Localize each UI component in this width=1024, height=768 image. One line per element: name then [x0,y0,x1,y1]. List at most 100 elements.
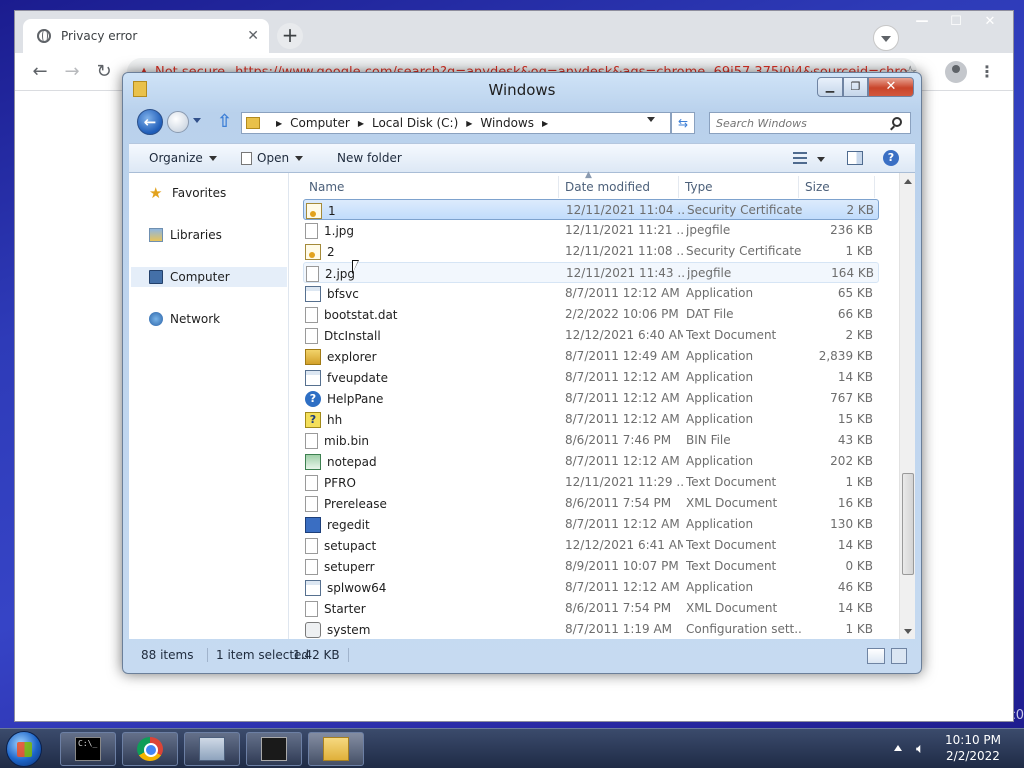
column-header-name[interactable]: Name [303,176,559,198]
table-row[interactable]: DtcInstall 12/12/2021 6:40 AM Text Documen… [303,325,879,346]
table-row[interactable]: mib.bin 8/6/2011 7:46 PM BIN File 43 KB [303,430,879,451]
chrome-maximize-button[interactable]: ☐ [939,11,973,33]
table-row[interactable]: Starter 8/6/2011 7:54 PM XML Document 14 KB [303,598,879,619]
chrome-menu-icon[interactable]: ⋮ [979,61,995,83]
breadcrumb-separator-icon[interactable]: ▶ [466,119,472,128]
table-row[interactable]: setupact 12/12/2021 6:41 AM Text Document 1… [303,535,879,556]
breadcrumb-local-disk[interactable]: Local Disk (C:) [372,116,458,130]
vertical-scrollbar[interactable] [899,173,915,639]
sidebar-item-computer[interactable]: Computer [131,267,287,287]
open-button[interactable]: Open [241,144,304,174]
chrome-minimize-button[interactable]: — [905,11,939,33]
star-icon: ★ [149,184,163,202]
file-name-cell: 1 [306,200,562,221]
breadcrumb-computer[interactable]: Computer [290,116,350,130]
file-date-cell: 12/11/2021 11:08 ... [565,244,683,258]
sidebar-item-favorites[interactable]: ★ Favorites [131,183,287,203]
tab-privacy-error[interactable]: Privacy error ✕ [23,19,269,53]
breadcrumb-separator-icon[interactable]: ▶ [276,119,282,128]
up-level-icon[interactable]: ⇧ [217,111,232,132]
file-list-pane: Name ▲ Date modified Type Size 1 12/11/20… [289,170,915,640]
sidebar-item-network[interactable]: Network [131,309,287,329]
table-row[interactable]: 2.jpg 12/11/2021 11:43 ... jpegfile 164 KB [303,262,879,283]
table-row[interactable]: ? HelpPane 8/7/2011 12:12 AM Application 767… [303,388,879,409]
table-row[interactable]: Prerelease 8/6/2011 7:54 PM XML Document 16… [303,493,879,514]
taskbar-command-prompt[interactable]: C:\_ [60,732,116,766]
search-icon[interactable] [892,117,902,127]
address-dropdown-icon[interactable] [647,117,655,122]
sidebar-item-libraries[interactable]: Libraries [131,225,287,245]
explorer-forward-button[interactable] [167,111,189,133]
file-size-cell: 15 KB [837,412,873,426]
column-header-date[interactable]: Date modified [559,176,679,198]
table-row[interactable]: 1 12/11/2021 11:04 ... Security Certificat… [303,199,879,220]
application-icon [305,369,321,386]
table-row[interactable]: ? hh 8/7/2011 12:12 AM Application 15 KB [303,409,879,430]
search-box[interactable] [709,112,911,134]
breadcrumb-separator-icon[interactable]: ▶ [542,119,548,128]
large-icons-view-icon[interactable] [891,648,907,664]
breadcrumb-separator-icon[interactable]: ▶ [358,119,364,128]
table-row[interactable]: 2 12/11/2021 11:08 ... Security Certificat… [303,241,879,262]
start-button[interactable] [6,731,42,767]
view-options-chevron-icon[interactable] [817,157,825,162]
taskbar-explorer[interactable] [308,732,364,766]
clock[interactable]: 10:10 PM 2/2/2022 [940,732,1006,764]
table-row[interactable]: bootstat.dat 2/2/2022 10:06 PM DAT File 66 … [303,304,879,325]
scroll-up-icon[interactable] [904,179,912,184]
scroll-down-icon[interactable] [904,629,912,634]
chrome-profile-dropdown-icon[interactable] [873,25,899,51]
explorer-close-button[interactable]: ✕ [868,77,914,97]
chevron-down-icon [295,156,304,161]
new-folder-button[interactable]: New folder [337,144,402,174]
tab-title: Privacy error [61,29,138,43]
file-type-cell: Application [686,412,754,426]
column-header-type[interactable]: Type [679,176,799,198]
taskbar-chrome[interactable] [122,732,178,766]
table-row[interactable]: setuperr 8/9/2011 10:07 PM Text Document 0 … [303,556,879,577]
details-view-icon[interactable] [867,648,885,664]
explorer-icon [305,348,321,365]
file-name-cell: Prerelease [305,493,561,514]
preview-pane-icon[interactable] [847,151,863,165]
refresh-button[interactable]: ⇆ [671,112,695,134]
table-row[interactable]: notepad 8/7/2011 12:12 AM Application 202 K… [303,451,879,472]
folder-icon [323,737,349,761]
change-view-icon[interactable] [793,152,807,164]
recent-pages-dropdown-icon[interactable] [193,118,201,123]
file-size-cell: 0 KB [845,559,873,573]
help-icon[interactable]: ? [883,150,899,166]
reload-icon[interactable]: ↻ [93,61,115,83]
table-row[interactable]: system 8/7/2011 1:19 AM Configuration sett… [303,619,879,640]
column-header-size[interactable]: Size [799,176,875,198]
explorer-minimize-button[interactable]: ▁ [817,77,843,97]
back-arrow-icon[interactable]: ← [29,61,51,83]
file-name: notepad [327,454,377,469]
taskbar-task-manager[interactable] [246,732,302,766]
taskbar-performance-monitor[interactable] [184,732,240,766]
status-bar: 88 items 1 item selected 1.42 KB [129,643,915,669]
show-hidden-icons-icon[interactable] [894,745,902,751]
table-row[interactable]: PFRO 12/11/2021 11:29 ... Text Document 1 K… [303,472,879,493]
organize-button[interactable]: Organize [149,144,217,174]
table-row[interactable]: bfsvc 8/7/2011 12:12 AM Application 65 KB [303,283,879,304]
scrollbar-thumb[interactable] [902,473,914,575]
account-icon[interactable] [945,61,967,83]
file-type-cell: jpegfile [686,223,731,237]
forward-arrow-icon[interactable]: → [61,61,83,83]
table-row[interactable]: 1.jpg 12/11/2021 11:21 ... jpegfile 236 KB [303,220,879,241]
tab-close-icon[interactable]: ✕ [247,28,259,44]
speaker-icon[interactable]: 🔈︎ [916,741,924,757]
search-input[interactable] [710,113,880,133]
table-row[interactable]: fveupdate 8/7/2011 12:12 AM Application 14 … [303,367,879,388]
table-row[interactable]: regedit 8/7/2011 12:12 AM Application 130 K… [303,514,879,535]
breadcrumb-windows[interactable]: Windows [480,116,534,130]
chrome-close-button[interactable]: ✕ [973,11,1007,33]
new-tab-button[interactable]: + [277,23,303,49]
explorer-maximize-button[interactable]: ❐ [843,77,868,97]
explorer-address-bar[interactable]: ▶ Computer ▶ Local Disk (C:) ▶ Windows ▶ [241,112,671,134]
file-type-cell: Security Certificate [687,203,803,217]
table-row[interactable]: splwow64 8/7/2011 12:12 AM Application 46 K… [303,577,879,598]
table-row[interactable]: explorer 8/7/2011 12:49 AM Application 2,83… [303,346,879,367]
explorer-back-button[interactable]: ← [137,109,163,135]
